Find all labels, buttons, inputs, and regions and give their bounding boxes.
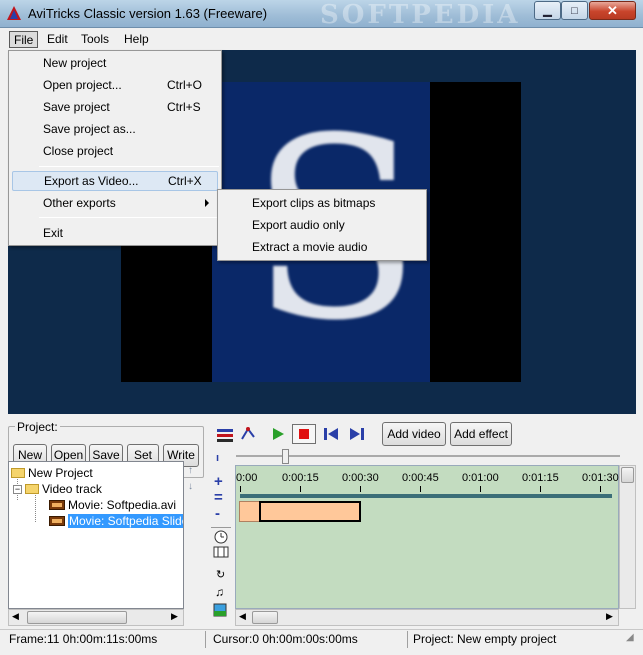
scroll-thumb[interactable] bbox=[27, 611, 127, 624]
timeline-area[interactable]: 0:00 0:00:15 0:00:30 0:00:45 0:01:00 0:0… bbox=[235, 465, 619, 609]
menu-close-project[interactable]: Close project bbox=[9, 141, 221, 161]
tick-label: 0:00:45 bbox=[402, 472, 439, 484]
folder-icon bbox=[25, 484, 39, 494]
menu-help[interactable]: Help bbox=[120, 31, 153, 48]
letterbox-right bbox=[430, 82, 521, 382]
menu-open-project[interactable]: Open project... Ctrl+O bbox=[9, 75, 221, 95]
play-icon[interactable] bbox=[270, 426, 286, 442]
track-line bbox=[240, 494, 612, 498]
timeline-horizontal-scrollbar[interactable]: ◀ ▶ bbox=[235, 609, 619, 626]
tree-horizontal-scrollbar[interactable]: ◀ ▶ bbox=[8, 609, 184, 626]
collapse-icon[interactable]: − bbox=[13, 485, 22, 494]
file-menu-dropdown: New project Open project... Ctrl+O Save p… bbox=[8, 50, 222, 246]
scroll-left-icon[interactable]: ◀ bbox=[12, 611, 19, 622]
watermark: SOFTPEDIA bbox=[320, 0, 521, 30]
zoom-out-button[interactable]: - bbox=[215, 505, 220, 522]
film-strip-icon[interactable] bbox=[213, 546, 229, 558]
menu-exit[interactable]: Exit bbox=[9, 223, 221, 243]
tick-label: 0:00 bbox=[236, 472, 258, 484]
project-label: Project: bbox=[15, 420, 60, 434]
tree-side-controls: ↑ ↓ bbox=[184, 461, 204, 626]
menu-bar: File Edit Tools Help bbox=[0, 28, 643, 50]
add-video-button[interactable]: Add video bbox=[382, 422, 446, 446]
tree-item-movie-selected[interactable]: Movie: Softpedia Slides bbox=[49, 513, 183, 529]
film-icon bbox=[49, 516, 65, 526]
letterbox-left bbox=[121, 232, 212, 382]
tool-marker[interactable]: ı bbox=[216, 452, 219, 464]
scroll-thumb[interactable] bbox=[621, 467, 634, 483]
folder-icon bbox=[11, 468, 25, 478]
zoom-in-button[interactable]: + bbox=[214, 473, 223, 490]
tree-item-movie[interactable]: Movie: Softpedia.avi bbox=[49, 497, 176, 513]
menu-export-audio-only[interactable]: Export audio only bbox=[218, 214, 426, 236]
tree-item-root[interactable]: New Project bbox=[11, 465, 93, 481]
cursor-track bbox=[236, 455, 620, 457]
menu-save-project[interactable]: Save project Ctrl+S bbox=[9, 97, 221, 117]
status-bar: Frame:11 0h:00m:11s:00ms Cursor:0 0h:00m… bbox=[0, 629, 643, 648]
stop-icon bbox=[299, 429, 309, 439]
tick-label: 0:00:30 bbox=[342, 472, 379, 484]
menu-separator bbox=[39, 166, 219, 167]
status-cursor: Cursor:0 0h:00m:00s:00ms bbox=[210, 631, 408, 648]
menu-new-project[interactable]: New project bbox=[9, 53, 221, 73]
menu-edit[interactable]: Edit bbox=[43, 31, 72, 48]
menu-save-project-as[interactable]: Save project as... bbox=[9, 119, 221, 139]
add-effect-button[interactable]: Add effect bbox=[450, 422, 512, 446]
timeline-cursor-handle[interactable] bbox=[282, 449, 289, 464]
menu-tools[interactable]: Tools bbox=[77, 31, 113, 48]
window-title: AviTricks Classic version 1.63 (Freeware… bbox=[28, 6, 268, 21]
zoom-fit-button[interactable]: = bbox=[214, 489, 223, 506]
clip-softpedia-slides[interactable] bbox=[259, 501, 361, 522]
shortcut-open: Ctrl+O bbox=[167, 78, 203, 92]
image-icon[interactable] bbox=[213, 603, 227, 617]
menu-file[interactable]: File bbox=[9, 31, 39, 48]
menu-other-exports[interactable]: Other exports bbox=[9, 193, 221, 213]
minimize-button[interactable]: ▁ bbox=[534, 1, 561, 20]
time-ruler: 0:00 0:00:15 0:00:30 0:00:45 0:01:00 0:0… bbox=[236, 466, 619, 492]
scroll-left-icon[interactable]: ◀ bbox=[239, 611, 246, 622]
scroll-thumb[interactable] bbox=[252, 611, 278, 624]
tracks-icon[interactable] bbox=[216, 427, 234, 443]
app-logo-icon bbox=[7, 6, 21, 20]
other-exports-submenu: Export clips as bitmaps Export audio onl… bbox=[217, 189, 427, 261]
scroll-right-icon[interactable]: ▶ bbox=[606, 611, 613, 622]
shortcut-export: Ctrl+X bbox=[168, 174, 202, 188]
project-tree[interactable]: New Project − Video track Movie: Softpedi… bbox=[8, 461, 184, 609]
status-project: Project: New empty project bbox=[413, 632, 557, 646]
tick-label: 0:01:30 bbox=[582, 472, 619, 484]
status-frame: Frame:11 0h:00m:11s:00ms bbox=[6, 631, 206, 648]
stop-button[interactable] bbox=[292, 424, 316, 444]
move-down-icon[interactable]: ↓ bbox=[188, 481, 193, 492]
shortcut-save: Ctrl+S bbox=[167, 100, 201, 114]
close-button[interactable]: ✕ bbox=[589, 1, 636, 20]
maximize-button[interactable]: □ bbox=[561, 1, 588, 20]
tree-item-video-track[interactable]: − Video track bbox=[13, 481, 102, 497]
timeline-vertical-scrollbar[interactable] bbox=[619, 465, 636, 609]
scroll-right-icon[interactable]: ▶ bbox=[171, 611, 178, 622]
clock-icon[interactable] bbox=[214, 530, 228, 544]
submenu-arrow-icon bbox=[205, 199, 209, 207]
move-up-icon[interactable]: ↑ bbox=[188, 465, 193, 476]
tick-label: 0:01:00 bbox=[462, 472, 499, 484]
rotate-icon[interactable]: ↻ bbox=[216, 568, 225, 581]
title-bar: AviTricks Classic version 1.63 (Freeware… bbox=[0, 0, 643, 30]
resize-grip-icon[interactable]: ◢ bbox=[626, 632, 634, 643]
menu-export-clips-bitmaps[interactable]: Export clips as bitmaps bbox=[218, 192, 426, 214]
skip-start-icon[interactable] bbox=[322, 426, 340, 442]
film-icon bbox=[49, 500, 65, 510]
menu-export-as-video[interactable]: Export as Video... Ctrl+X bbox=[12, 171, 218, 191]
skip-end-icon[interactable] bbox=[348, 426, 366, 442]
menu-extract-movie-audio[interactable]: Extract a movie audio bbox=[218, 236, 426, 258]
graph-icon[interactable] bbox=[240, 425, 258, 443]
tick-label: 0:01:15 bbox=[522, 472, 559, 484]
menu-separator bbox=[39, 217, 219, 218]
tick-label: 0:00:15 bbox=[282, 472, 319, 484]
music-note-icon[interactable]: ♫ bbox=[215, 585, 224, 599]
clip-softpedia-avi[interactable] bbox=[239, 501, 261, 522]
